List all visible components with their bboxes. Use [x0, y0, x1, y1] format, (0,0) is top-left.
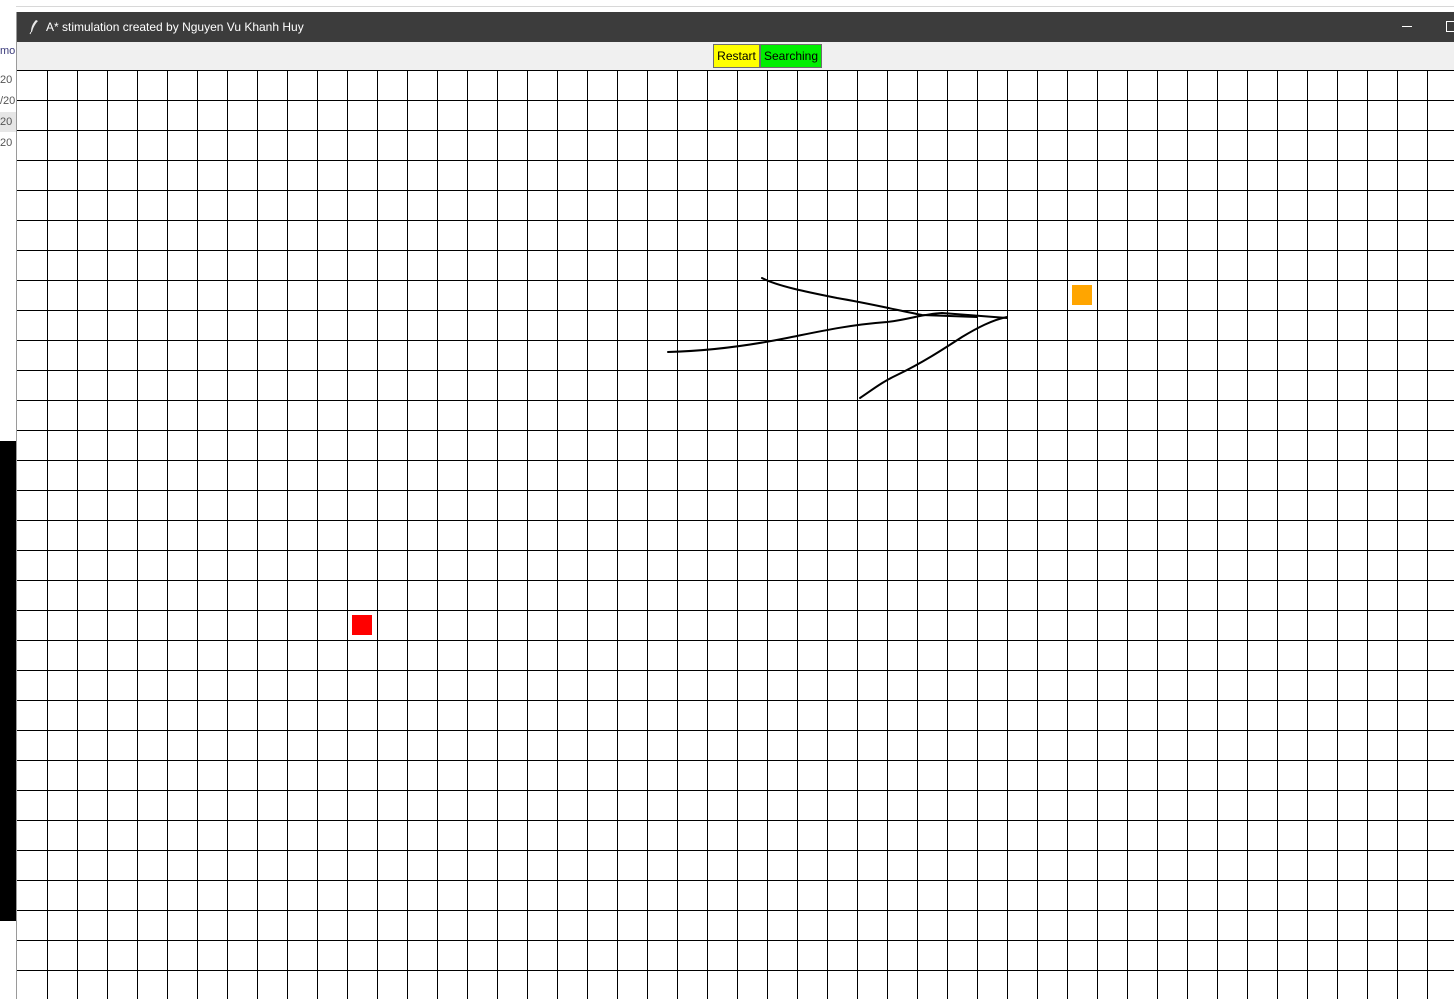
background-text: 20: [0, 74, 13, 86]
desktop: mo 20 /20 20 20 A* stimulation created b…: [0, 0, 1454, 999]
feather-icon: [27, 19, 41, 35]
background-text: 20: [0, 137, 13, 149]
hand-drawn-path: [667, 277, 1008, 399]
background-text: /20: [0, 95, 16, 107]
maximize-button[interactable]: [1429, 12, 1454, 42]
app-window: A* stimulation created by Nguyen Vu Khan…: [16, 12, 1454, 999]
toolbar: Restart Searching: [17, 42, 1454, 70]
maximize-icon: [1446, 21, 1454, 32]
background-window-edge: [0, 6, 1454, 7]
grid-lines: [17, 70, 1454, 999]
drawn-stroke: [859, 316, 1008, 399]
restart-button[interactable]: Restart: [713, 44, 760, 68]
window-title: A* stimulation created by Nguyen Vu Khan…: [46, 20, 304, 34]
grid[interactable]: [17, 70, 1454, 999]
start-node: [352, 615, 372, 635]
searching-status-button[interactable]: Searching: [760, 44, 822, 68]
title-bar[interactable]: A* stimulation created by Nguyen Vu Khan…: [17, 12, 1454, 42]
background-text: 20: [0, 112, 16, 132]
drawn-stroke: [667, 311, 1008, 353]
drawn-stroke: [761, 277, 978, 318]
background-text: mo: [0, 45, 16, 57]
minimize-icon: [1402, 26, 1412, 27]
minimize-button[interactable]: [1385, 12, 1429, 42]
end-node: [1072, 285, 1092, 305]
grid-canvas[interactable]: [17, 70, 1454, 999]
background-dark-panel: [0, 441, 16, 921]
